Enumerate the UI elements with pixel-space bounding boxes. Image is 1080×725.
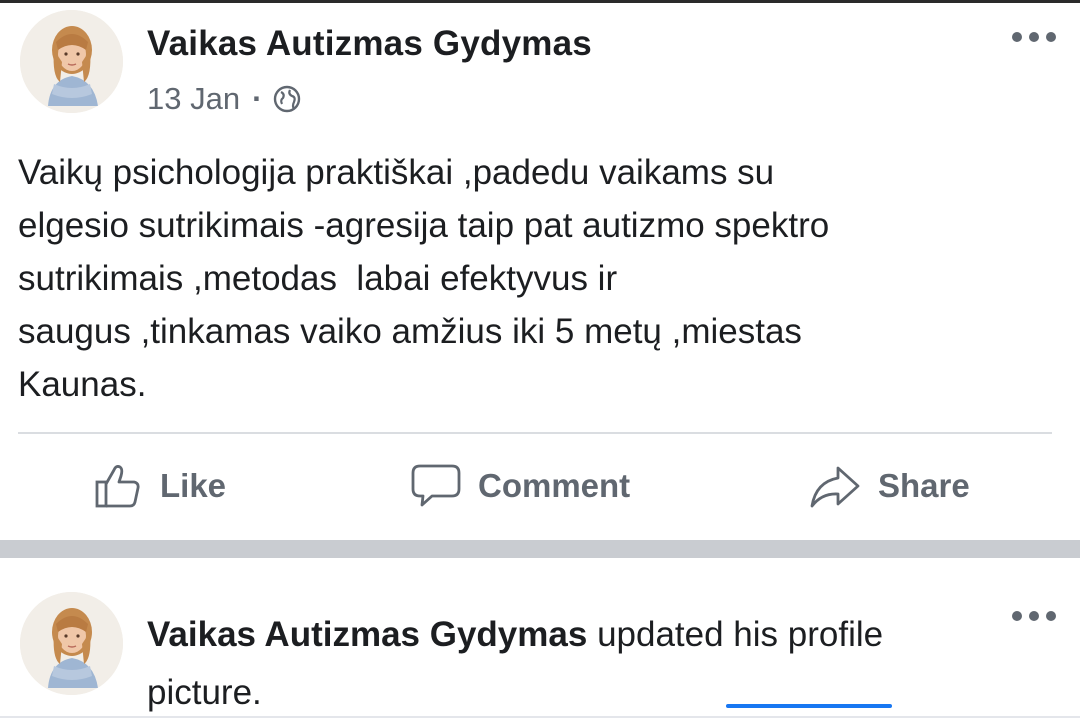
like-label: Like [160, 467, 227, 504]
bottom-rule [0, 716, 1080, 718]
post-meta: 13 Jan · [147, 79, 302, 119]
comment-button[interactable]: Comment [410, 458, 630, 514]
globe-icon [274, 85, 301, 113]
avatar-child-image [20, 592, 123, 695]
meta-separator: · [252, 81, 263, 116]
share-arrow-icon [810, 466, 860, 508]
like-button[interactable]: Like [94, 458, 226, 514]
more-options-icon[interactable] [1012, 610, 1056, 622]
comment-label: Comment [478, 467, 631, 504]
thumbs-up-icon [95, 465, 140, 508]
author-avatar[interactable] [20, 592, 123, 695]
author-avatar[interactable] [20, 10, 123, 113]
feed-separator [0, 540, 1080, 558]
post-date[interactable]: 13 Jan [147, 81, 240, 117]
actions-divider [18, 432, 1052, 434]
post-body-text: Vaikų psichologija praktiškai ,padedu va… [18, 153, 830, 404]
avatar-child-image [20, 10, 123, 113]
comment-bubble-icon [411, 464, 461, 507]
feed-post-profile-update: Vaikas Autizmas Gydymas updated his prof… [0, 558, 1080, 725]
feed-post: Vaikas Autizmas Gydymas 13 Jan · Vaikų p… [0, 0, 1080, 540]
update-author-name[interactable]: Vaikas Autizmas Gydymas [147, 615, 587, 654]
cover-image-edge [726, 704, 892, 708]
more-options-icon[interactable] [1012, 31, 1056, 43]
share-label: Share [878, 467, 970, 504]
post-author-name[interactable]: Vaikas Autizmas Gydymas [147, 24, 592, 64]
post-actions: Like Comment Share [0, 446, 1080, 526]
share-button[interactable]: Share [808, 458, 970, 514]
